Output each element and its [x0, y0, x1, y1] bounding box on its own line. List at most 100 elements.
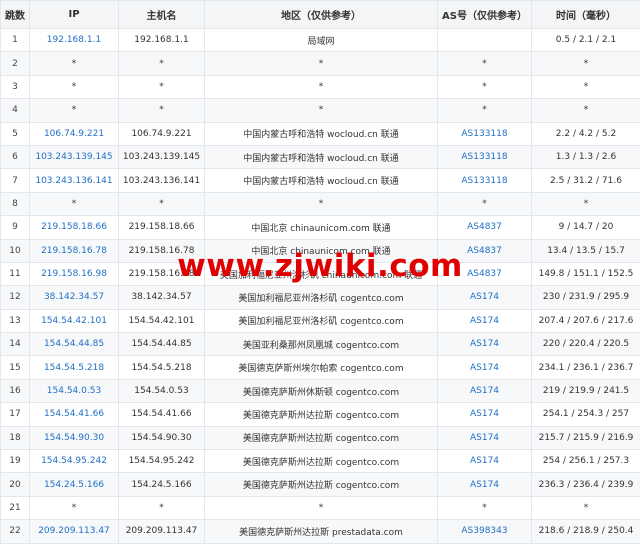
- cell-asn: *: [438, 52, 532, 75]
- cell-location: *: [205, 75, 438, 98]
- cell-host: 154.54.41.66: [119, 403, 205, 426]
- cell-host: 192.168.1.1: [119, 29, 205, 52]
- table-row: 6103.243.139.145103.243.139.145中国内蒙古呼和浩特…: [1, 145, 640, 168]
- cell-time: 215.7 / 215.9 / 216.9: [532, 426, 640, 449]
- cell-hop: 5: [1, 122, 30, 145]
- cell-asn[interactable]: AS133118: [438, 122, 532, 145]
- table-row: 2*****: [1, 52, 640, 75]
- cell-ip: *: [30, 496, 119, 519]
- table-row: 21*****: [1, 496, 640, 519]
- cell-ip[interactable]: 154.54.90.30: [30, 426, 119, 449]
- cell-host: 154.24.5.166: [119, 473, 205, 496]
- cell-location: 中国北京 chinaunicom.com 联通: [205, 216, 438, 239]
- cell-ip[interactable]: 154.24.5.166: [30, 473, 119, 496]
- cell-asn[interactable]: AS174: [438, 473, 532, 496]
- cell-location: 美国亚利桑那州凤凰城 cogentco.com: [205, 333, 438, 356]
- cell-host: 103.243.136.141: [119, 169, 205, 192]
- cell-time: *: [532, 496, 640, 519]
- cell-host: *: [119, 99, 205, 122]
- cell-time: 1.3 / 1.3 / 2.6: [532, 145, 640, 168]
- table-row: 14154.54.44.85154.54.44.85美国亚利桑那州凤凰城 cog…: [1, 333, 640, 356]
- cell-ip[interactable]: 154.54.44.85: [30, 333, 119, 356]
- cell-ip: *: [30, 75, 119, 98]
- table-row: 1238.142.34.5738.142.34.57美国加利福尼亚州洛杉矶 co…: [1, 286, 640, 309]
- cell-ip: *: [30, 99, 119, 122]
- column-header-ip: IP: [30, 1, 119, 29]
- column-header-time: 时间（毫秒）: [532, 1, 640, 29]
- cell-hop: 7: [1, 169, 30, 192]
- cell-host: *: [119, 496, 205, 519]
- cell-location: *: [205, 192, 438, 215]
- table-row: 22209.209.113.47209.209.113.47美国德克萨斯州达拉斯…: [1, 520, 640, 543]
- cell-time: 207.4 / 207.6 / 217.6: [532, 309, 640, 332]
- cell-ip[interactable]: 154.54.5.218: [30, 356, 119, 379]
- table-row: 8*****: [1, 192, 640, 215]
- cell-asn[interactable]: AS174: [438, 450, 532, 473]
- cell-host: 38.142.34.57: [119, 286, 205, 309]
- cell-ip[interactable]: 192.168.1.1: [30, 29, 119, 52]
- cell-time: 234.1 / 236.1 / 236.7: [532, 356, 640, 379]
- cell-asn[interactable]: AS174: [438, 426, 532, 449]
- cell-hop: 22: [1, 520, 30, 543]
- cell-time: *: [532, 52, 640, 75]
- cell-location: 美国加利福尼亚州洛杉矶 cogentco.com: [205, 309, 438, 332]
- cell-location: 中国内蒙古呼和浩特 wocloud.cn 联通: [205, 145, 438, 168]
- cell-host: *: [119, 192, 205, 215]
- cell-location: *: [205, 496, 438, 519]
- cell-asn[interactable]: AS174: [438, 309, 532, 332]
- cell-ip[interactable]: 106.74.9.221: [30, 122, 119, 145]
- cell-location: 美国德克萨斯州达拉斯 cogentco.com: [205, 426, 438, 449]
- cell-time: 218.6 / 218.9 / 250.4: [532, 520, 640, 543]
- cell-hop: 14: [1, 333, 30, 356]
- cell-hop: 1: [1, 29, 30, 52]
- traceroute-panel: 跳数 IP 主机名 地区（仅供参考） AS号（仅供参考） 时间（毫秒） 1192…: [0, 0, 640, 543]
- table-row: 7103.243.136.141103.243.136.141中国内蒙古呼和浩特…: [1, 169, 640, 192]
- cell-host: 209.209.113.47: [119, 520, 205, 543]
- cell-ip[interactable]: 38.142.34.57: [30, 286, 119, 309]
- cell-asn[interactable]: AS174: [438, 403, 532, 426]
- cell-asn[interactable]: AS398343: [438, 520, 532, 543]
- cell-ip[interactable]: 209.209.113.47: [30, 520, 119, 543]
- cell-asn[interactable]: AS4837: [438, 216, 532, 239]
- column-header-host: 主机名: [119, 1, 205, 29]
- cell-location: *: [205, 52, 438, 75]
- cell-asn[interactable]: AS174: [438, 286, 532, 309]
- cell-host: 154.54.0.53: [119, 379, 205, 402]
- cell-location: 美国德克萨斯州休斯顿 cogentco.com: [205, 379, 438, 402]
- cell-time: 2.2 / 4.2 / 5.2: [532, 122, 640, 145]
- table-row: 16154.54.0.53154.54.0.53美国德克萨斯州休斯顿 cogen…: [1, 379, 640, 402]
- cell-ip[interactable]: 103.243.136.141: [30, 169, 119, 192]
- cell-host: 106.74.9.221: [119, 122, 205, 145]
- cell-hop: 21: [1, 496, 30, 519]
- cell-asn[interactable]: AS174: [438, 356, 532, 379]
- cell-asn: [438, 29, 532, 52]
- cell-time: 220 / 220.4 / 220.5: [532, 333, 640, 356]
- cell-ip[interactable]: 219.158.18.66: [30, 216, 119, 239]
- cell-ip[interactable]: 154.54.42.101: [30, 309, 119, 332]
- cell-location: 美国德克萨斯州埃尔帕索 cogentco.com: [205, 356, 438, 379]
- cell-asn: *: [438, 99, 532, 122]
- column-header-location: 地区（仅供参考）: [205, 1, 438, 29]
- table-row: 13154.54.42.101154.54.42.101美国加利福尼亚州洛杉矶 …: [1, 309, 640, 332]
- cell-hop: 15: [1, 356, 30, 379]
- cell-hop: 19: [1, 450, 30, 473]
- cell-hop: 16: [1, 379, 30, 402]
- cell-ip[interactable]: 154.54.0.53: [30, 379, 119, 402]
- cell-location: *: [205, 99, 438, 122]
- cell-asn[interactable]: AS174: [438, 379, 532, 402]
- cell-hop: 20: [1, 473, 30, 496]
- cell-time: 254.1 / 254.3 / 257: [532, 403, 640, 426]
- cell-host: 154.54.95.242: [119, 450, 205, 473]
- cell-ip[interactable]: 103.243.139.145: [30, 145, 119, 168]
- cell-asn[interactable]: AS174: [438, 333, 532, 356]
- cell-asn[interactable]: AS133118: [438, 145, 532, 168]
- cell-ip[interactable]: 154.54.41.66: [30, 403, 119, 426]
- table-row: 18154.54.90.30154.54.90.30美国德克萨斯州达拉斯 cog…: [1, 426, 640, 449]
- table-row: 3*****: [1, 75, 640, 98]
- cell-asn[interactable]: AS133118: [438, 169, 532, 192]
- cell-ip[interactable]: 154.54.95.242: [30, 450, 119, 473]
- cell-location: 美国德克萨斯州达拉斯 prestadata.com: [205, 520, 438, 543]
- table-header-row: 跳数 IP 主机名 地区（仅供参考） AS号（仅供参考） 时间（毫秒）: [1, 1, 640, 29]
- cell-time: 219 / 219.9 / 241.5: [532, 379, 640, 402]
- cell-location: 美国德克萨斯州达拉斯 cogentco.com: [205, 403, 438, 426]
